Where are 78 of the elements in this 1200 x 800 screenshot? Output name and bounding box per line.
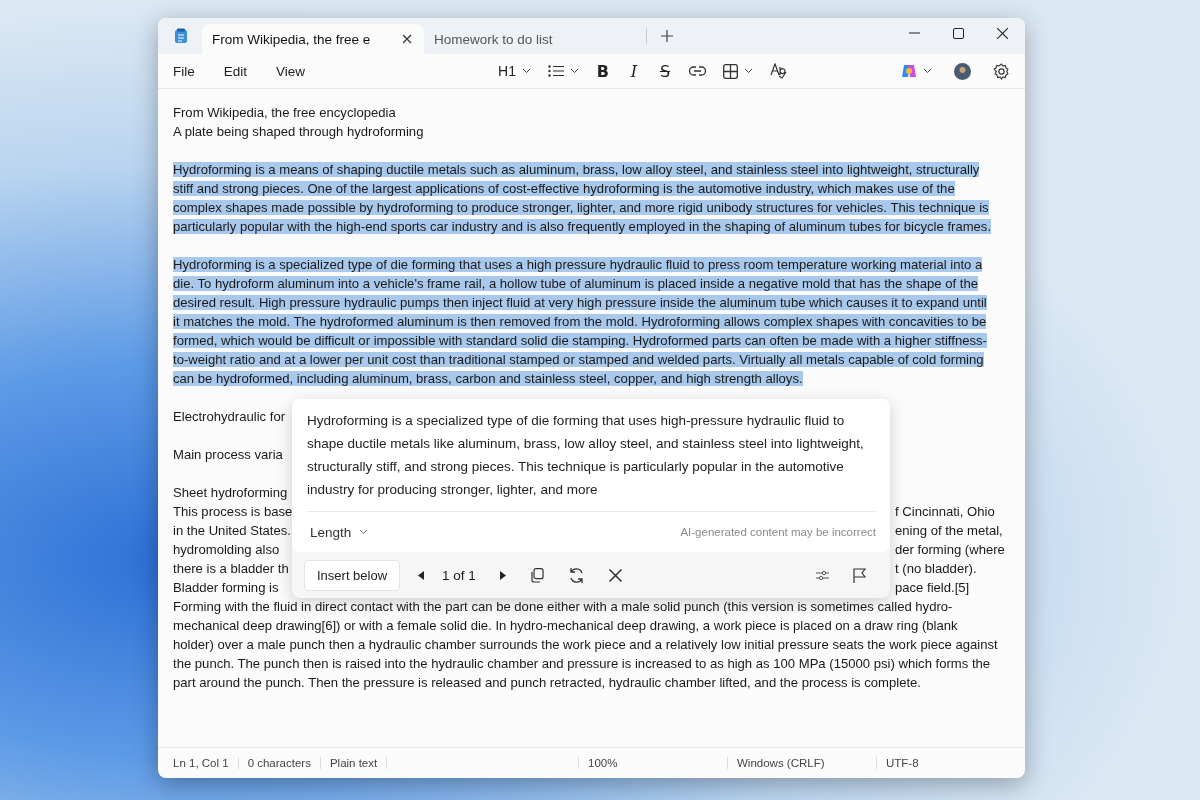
add-tab-icon[interactable] <box>661 30 673 42</box>
table-icon <box>722 63 738 79</box>
chevron-down-icon <box>359 529 369 535</box>
document-text: it matches the mold. The hydroformed aluminum is then removed from the mold. Hydroforming allows complex shapes with concavities to be <box>173 314 987 329</box>
format-button[interactable]: I <box>626 61 641 81</box>
previous-icon[interactable] <box>418 570 425 580</box>
document-text: can be hydroformed, including aluminum, brass, carbon and stainless steel, copper, and high strength alloys. <box>173 371 803 386</box>
document-text: This process is base <box>173 504 293 519</box>
document-text: Bladder forming is <box>173 580 279 595</box>
format-button[interactable]: S <box>657 61 672 81</box>
list-dropdown[interactable] <box>547 65 579 77</box>
document-text: Hydroforming is a means of shaping ductile metals such as aluminum, brass, low alloy steel, and stainless steel into lightweight, structurally <box>173 162 980 177</box>
document-text: mechanical deep drawing[6]) or with a female solid die. In hydro-mechanical deep drawing, a work piece is placed on a draw ring (blank <box>173 618 958 633</box>
close-icon[interactable] <box>997 27 1008 39</box>
document-text: to-weight ratio and at a lower per unit cost than traditional stamped or stamped and welded parts. Virtually all metals capable of cold forming <box>173 352 984 367</box>
document-text: desired result. High pressure hydraulic pumps then inject fluid at very high pressure inside the aluminum tube which causes it to expand until <box>173 295 987 310</box>
status-item: Windows (CRLF) <box>727 757 876 769</box>
sliders-icon[interactable] <box>816 569 829 581</box>
length-dropdown[interactable]: Length <box>307 524 369 540</box>
document-text: there is a bladder th <box>173 561 289 576</box>
document-text: Main process varia <box>173 447 283 462</box>
maximize-icon[interactable] <box>953 27 964 39</box>
chevron-down-icon <box>569 68 579 74</box>
menu-item[interactable]: File <box>173 63 195 79</box>
menu-item[interactable]: Edit <box>223 63 248 79</box>
avatar-icon[interactable] <box>954 62 971 80</box>
document-text: hydromolding also <box>173 542 280 557</box>
document-text: Forming with the fluid in direct contact with the part can be done either with a male solid punch (this version is sometimes called hydro- <box>173 599 953 614</box>
refresh-icon[interactable] <box>567 566 585 584</box>
spellcheck-icon[interactable] <box>769 63 787 79</box>
flag-icon[interactable] <box>853 567 866 583</box>
heading-dropdown[interactable]: H1 <box>498 63 531 79</box>
link-icon[interactable] <box>688 66 706 76</box>
copy-icon[interactable] <box>529 567 544 583</box>
format-button[interactable]: B <box>595 61 610 81</box>
document-text: pace field.[5] <box>895 580 970 595</box>
copilot-dropdown[interactable] <box>901 63 932 79</box>
notepad-icon <box>174 28 188 44</box>
close-icon[interactable] <box>608 568 622 582</box>
document-text: Electrohydraulic for <box>173 409 286 424</box>
document-text: formed, which would be difficult or impossible with standard solid die stamping. Hydroformed parts can often be made with a higher stiffness- <box>173 333 987 348</box>
document-text: A plate being shaped through hydroforming <box>173 124 424 139</box>
document-text: ening of the metal, <box>895 523 1003 538</box>
close-icon[interactable] <box>402 34 412 44</box>
document-text: t (no bladder). <box>895 561 977 576</box>
status-item: Plain text <box>320 757 388 769</box>
tab[interactable]: From Wikipedia, the free e <box>202 24 424 54</box>
document-text: Sheet hydroforming <box>173 485 288 500</box>
settings-icon[interactable] <box>993 62 1010 80</box>
document-text: the punch. The punch then is raised into the hydraulic chamber and pressure is increased to as high as 100 MPa (15000 psi) which forms the <box>173 656 991 671</box>
page-counter: 1 of 1 <box>442 567 476 583</box>
copilot-icon <box>901 63 917 79</box>
document-text: f Cincinnati, Ohio <box>895 504 995 519</box>
document-text: in the United States. <box>173 523 291 538</box>
chevron-down-icon <box>521 68 531 74</box>
document-text: stiff and strong pieces. One of the largest applications of cost-effective hydroforming is the automotive industry, which makes use of the <box>173 181 955 196</box>
chevron-down-icon <box>923 68 932 74</box>
document-text: part around the punch. Then the pressure is released and punch retracted, hydraulic chamber lifted, and the process is complete. <box>173 675 921 690</box>
insert-below-button[interactable]: Insert below <box>304 559 401 591</box>
rewrite-text: Hydroforming is a specialized type of die forming that uses high-pressure hydraulic fluid to shape ductile metals like aluminum, brass, low alloy steel, and stainless steel into lightweight, structurally stiff, and strong pieces. This technique is particularly popular in the automotive industry for producing stronger, lighter, and more <box>307 412 865 499</box>
disclaimer-text: AI-generated content may be incorrect <box>680 526 876 538</box>
document-text: particularly popular with the high-end sports car industry and is also frequently employed in the shaping of aluminum tubes for bicycle frames. <box>173 219 992 234</box>
document-text: der forming (where <box>895 542 1005 557</box>
chevron-down-icon <box>743 68 753 74</box>
document-text: holder) over a male punch then a hydraulic chamber surrounds the work piece and a relatively low initial pressure seats the work piece against <box>173 637 998 652</box>
document-text: die. To hydroform aluminum into a vehicle's frame rail, a hollow tube of aluminum is placed inside a negative mold that has the shape of the <box>173 276 979 291</box>
status-item: 100% <box>578 757 727 769</box>
status-item: UTF-8 <box>876 757 1025 769</box>
document-text: From Wikipedia, the free encyclopedia <box>173 105 396 120</box>
tab[interactable]: Homework to do list <box>424 24 646 54</box>
status-item: Ln 1, Col 1 <box>164 757 239 769</box>
status-item: 0 characters <box>238 757 321 769</box>
document-text: Hydroforming is a specialized type of die forming that uses a high pressure hydraulic fluid to press room temperature working material into a <box>173 257 983 272</box>
next-icon[interactable] <box>499 570 506 580</box>
table-dropdown[interactable] <box>722 63 753 79</box>
list-icon <box>547 65 564 77</box>
menu-item[interactable]: View <box>276 63 306 79</box>
document-text: complex shapes made possible by hydroforming to produce stronger, lighter, and more rigid unibody structures for vehicles. This technique is <box>173 200 989 215</box>
